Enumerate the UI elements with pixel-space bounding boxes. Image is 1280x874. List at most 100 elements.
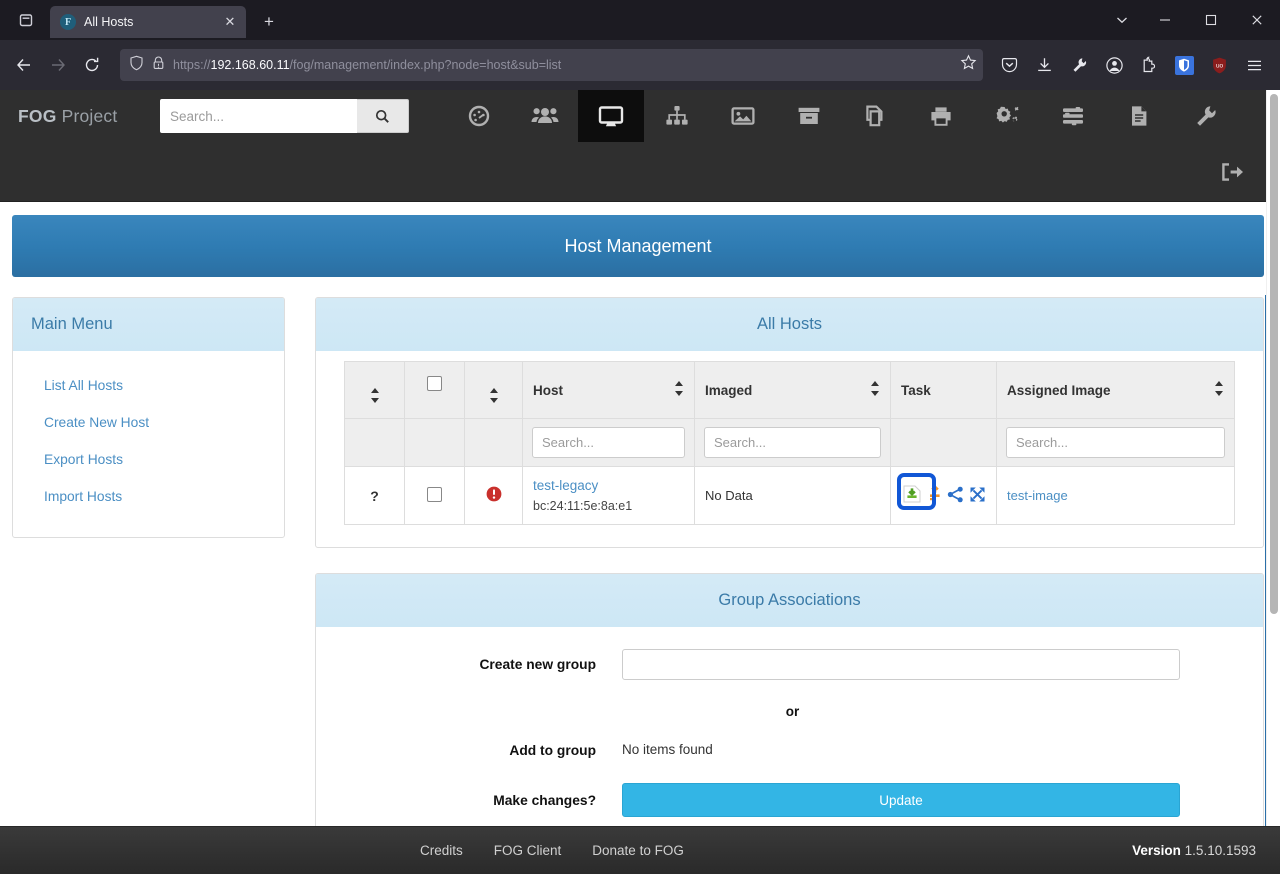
col-alert[interactable] xyxy=(464,361,523,419)
new-tab-button[interactable]: + xyxy=(254,7,284,37)
content-area: Main Menu List All Hosts Create New Host… xyxy=(0,277,1280,852)
devtools-wrench-icon[interactable] xyxy=(1063,49,1095,81)
sidebar-item-export-hosts[interactable]: Export Hosts xyxy=(13,441,284,478)
minimize-button[interactable] xyxy=(1142,0,1188,40)
filter-alert xyxy=(464,418,523,467)
version-label: Version xyxy=(1132,843,1181,858)
version-info: Version 1.5.10.1593 xyxy=(1132,843,1256,858)
back-arrow-icon[interactable] xyxy=(8,49,40,81)
list-all-tabs-icon[interactable] xyxy=(1102,0,1142,40)
search-button[interactable] xyxy=(357,99,409,133)
desktop-monitor-icon xyxy=(598,106,624,127)
update-button[interactable]: Update xyxy=(622,783,1180,817)
col-host[interactable]: Host xyxy=(522,361,695,419)
select-all-checkbox[interactable] xyxy=(427,375,442,391)
filter-host-cell xyxy=(522,418,695,467)
clone-copies-icon xyxy=(866,105,883,127)
sidebar-item-import-hosts[interactable]: Import Hosts xyxy=(13,478,284,515)
filter-imaged-input[interactable] xyxy=(704,427,881,458)
nav-report-management[interactable] xyxy=(1106,90,1172,142)
group-associations-body: Create new group or Add to group No item… xyxy=(316,627,1263,851)
make-changes-row: Make changes? Update xyxy=(344,783,1235,817)
search-input[interactable] xyxy=(160,99,357,133)
filter-assigned-image-input[interactable] xyxy=(1006,427,1225,458)
nav-fog-configuration[interactable] xyxy=(1172,90,1238,142)
nav-printer-management[interactable] xyxy=(908,90,974,142)
browser-tab[interactable]: F All Hosts ✕ xyxy=(50,6,246,38)
deploy-download-icon[interactable] xyxy=(901,484,923,507)
maximize-button[interactable] xyxy=(1188,0,1234,40)
close-icon[interactable]: ✕ xyxy=(220,12,240,32)
pocket-icon[interactable] xyxy=(993,49,1025,81)
gears-cogs-icon xyxy=(996,106,1019,123)
bookmark-star-icon[interactable] xyxy=(960,54,977,76)
tab-strip: F All Hosts ✕ + xyxy=(0,0,1280,40)
scrollbar-thumb[interactable] xyxy=(1270,94,1278,614)
col-select-all[interactable] xyxy=(404,361,465,419)
fog-search-group xyxy=(160,99,409,133)
bitwarden-badge xyxy=(1174,55,1194,75)
nav-user-management[interactable] xyxy=(512,90,578,142)
advanced-arrows-icon[interactable] xyxy=(969,486,986,506)
fog-brand-logo[interactable]: FOG Project xyxy=(0,106,150,127)
col-assigned-image[interactable]: Assigned Image xyxy=(996,361,1235,419)
tracking-protection-shield-icon[interactable] xyxy=(129,55,144,76)
close-window-button[interactable] xyxy=(1234,0,1280,40)
nav-image-management[interactable] xyxy=(710,90,776,142)
nav-task-management[interactable] xyxy=(1040,90,1106,142)
nav-dashboard[interactable] xyxy=(446,90,512,142)
nav-host-management[interactable] xyxy=(578,90,644,142)
footer-link-donate[interactable]: Donate to FOG xyxy=(592,843,684,858)
sidebar-item-create-new-host[interactable]: Create New Host xyxy=(13,404,284,441)
row-alert-cell[interactable] xyxy=(464,466,523,525)
page-scrollbar[interactable] xyxy=(1266,90,1280,826)
sidebar-item-list-all-hosts[interactable]: List All Hosts xyxy=(13,367,284,404)
nav-storage-management[interactable] xyxy=(776,90,842,142)
filter-host-input[interactable] xyxy=(532,427,685,458)
url-bar[interactable]: https://192.168.60.11/fog/management/ind… xyxy=(120,49,983,81)
add-to-group-row: Add to group No items found xyxy=(344,741,1235,759)
nav-service-configuration[interactable] xyxy=(974,90,1040,142)
insecure-lock-warning-icon[interactable] xyxy=(151,55,166,76)
row-select-cell xyxy=(404,466,465,525)
row-task-cell xyxy=(890,466,997,525)
filter-select xyxy=(404,418,465,467)
assigned-image-link[interactable]: test-image xyxy=(1007,488,1068,503)
extensions-puzzle-icon[interactable] xyxy=(1133,49,1165,81)
create-group-label: Create new group xyxy=(479,657,596,672)
add-to-group-label: Add to group xyxy=(509,742,596,758)
account-circle-icon[interactable] xyxy=(1098,49,1130,81)
browser-toolbar: https://192.168.60.11/fog/management/ind… xyxy=(0,40,1280,90)
footer-link-fog-client[interactable]: FOG Client xyxy=(494,843,562,858)
sidebar: Main Menu List All Hosts Create New Host… xyxy=(12,297,285,852)
downloads-icon[interactable] xyxy=(1028,49,1060,81)
browser-window: F All Hosts ✕ + https://192.168.60.11/fo… xyxy=(0,0,1280,874)
firefox-view-button[interactable] xyxy=(6,4,46,36)
hamburger-menu-icon[interactable] xyxy=(1238,49,1270,81)
fog-icon-nav xyxy=(446,90,1238,142)
filter-imaged-cell xyxy=(694,418,891,467)
multicast-share-icon[interactable] xyxy=(947,486,964,506)
all-hosts-title: All Hosts xyxy=(316,298,1263,351)
table-row: ? test-legacy bc:24:11:5e:8a:e1 No Data … xyxy=(344,466,1235,525)
host-mac-address: bc:24:11:5e:8a:e1 xyxy=(533,499,633,513)
row-checkbox[interactable] xyxy=(427,486,442,502)
host-link[interactable]: test-legacy xyxy=(533,478,684,493)
reload-icon[interactable] xyxy=(76,49,108,81)
users-group-icon xyxy=(531,108,559,123)
nav-snapin-management[interactable] xyxy=(842,90,908,142)
main-menu-title: Main Menu xyxy=(13,298,284,351)
sort-icon xyxy=(370,388,380,406)
col-imaged[interactable]: Imaged xyxy=(694,361,891,419)
col-task: Task xyxy=(890,361,997,419)
footer-link-credits[interactable]: Credits xyxy=(420,843,463,858)
capture-upload-icon[interactable] xyxy=(928,484,942,507)
col-status[interactable] xyxy=(344,361,405,419)
ublock-origin-icon[interactable]: uo xyxy=(1203,49,1235,81)
col-task-label: Task xyxy=(901,382,931,398)
create-group-input[interactable] xyxy=(622,649,1180,680)
row-status: ? xyxy=(344,466,405,525)
bitwarden-shield-icon[interactable] xyxy=(1168,49,1200,81)
sign-out-icon[interactable] xyxy=(1216,156,1248,188)
nav-group-management[interactable] xyxy=(644,90,710,142)
